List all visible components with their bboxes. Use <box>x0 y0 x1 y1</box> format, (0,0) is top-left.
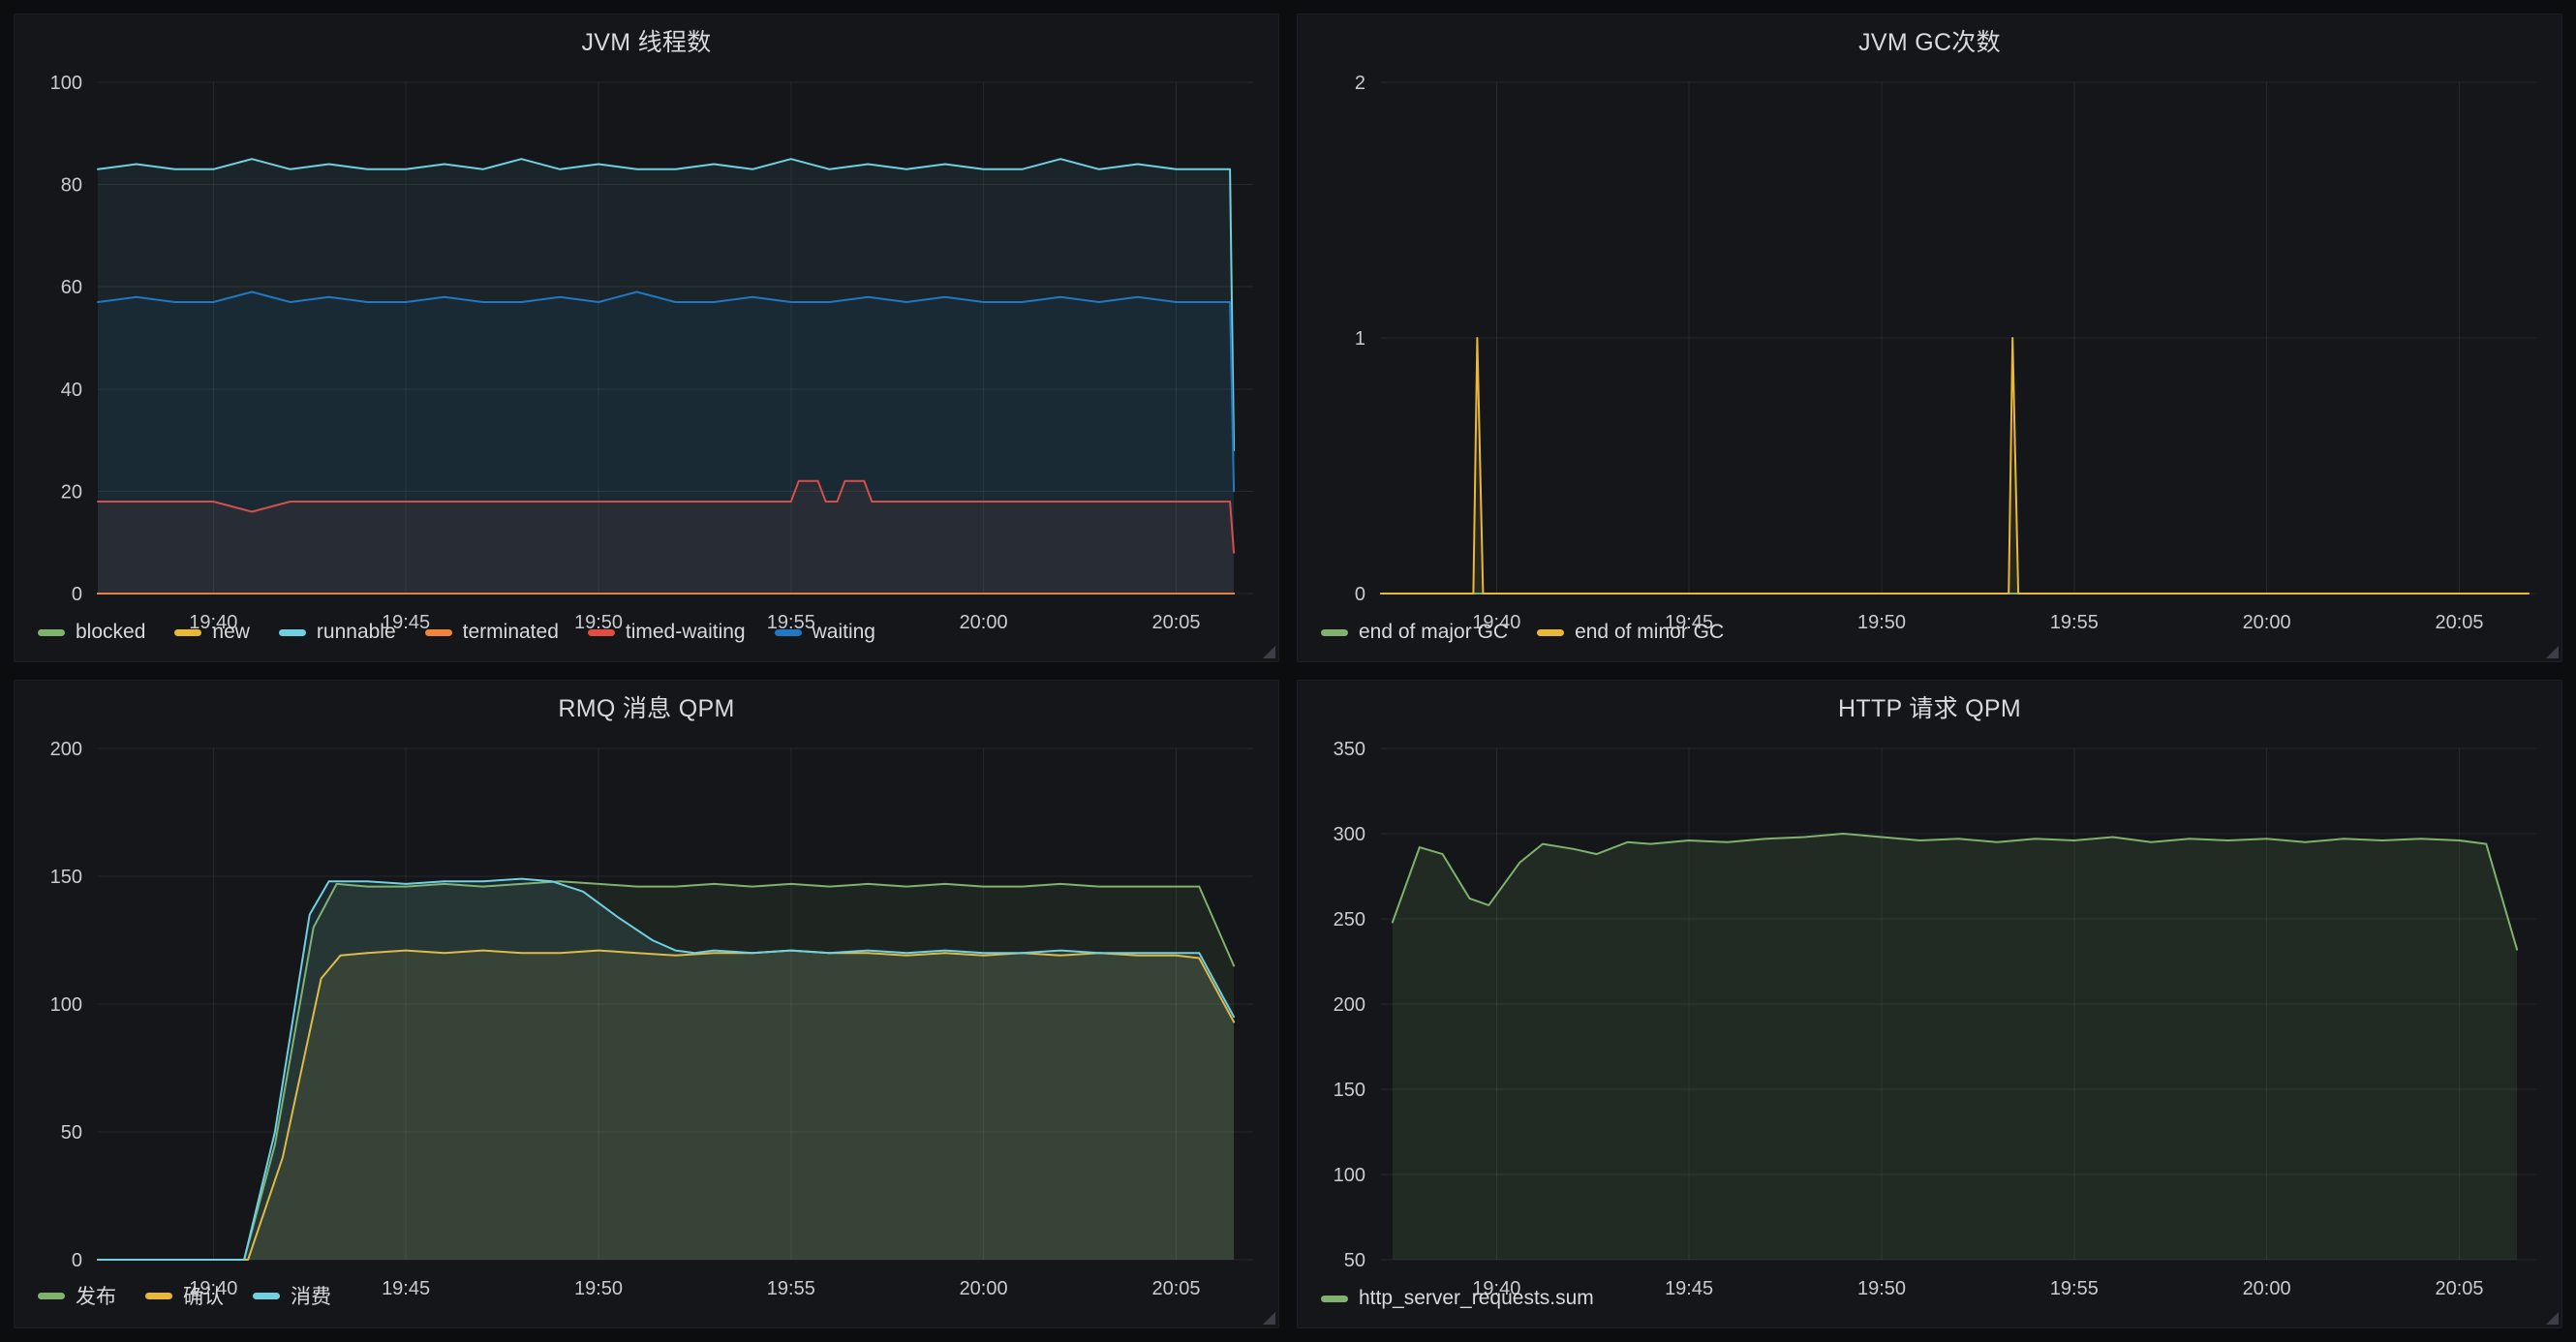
y-axis-tick-label: 0 <box>72 584 82 605</box>
panel-jvm-gc: JVM GC次数 01219:4019:4519:5019:5520:0020:… <box>1297 14 2562 662</box>
y-axis-tick-label: 50 <box>1344 1250 1365 1271</box>
chart-svg: 02040608010019:4019:4519:5019:5520:0020:… <box>15 67 1278 642</box>
y-axis-tick-label: 60 <box>61 277 82 298</box>
legend-item[interactable]: 确认 <box>145 1281 224 1310</box>
panel-resize-handle[interactable] <box>2546 646 2559 658</box>
legend-rmq-qpm: 发布 确认 消费 <box>15 1279 1278 1327</box>
legend-item[interactable]: 消费 <box>253 1281 331 1310</box>
chart-svg: 5010015020025030035019:4019:4519:5019:55… <box>1298 733 2561 1308</box>
chart-rmq-qpm[interactable]: 05010015020019:4019:4519:5019:5520:0020:… <box>15 733 1278 1279</box>
y-axis-tick-label: 0 <box>72 1250 82 1271</box>
legend-swatch-icon <box>38 629 65 636</box>
panel-resize-handle[interactable] <box>1263 646 1275 658</box>
legend-jvm-threads: blocked new runnable terminated timed-waitin… <box>15 619 1278 661</box>
y-axis-tick-label: 250 <box>1334 909 1365 930</box>
legend-label: runnable <box>317 621 396 644</box>
legend-label: new <box>212 621 250 644</box>
panel-title-rmq-qpm[interactable]: RMQ 消息 QPM <box>15 681 1278 733</box>
panel-title-jvm-gc[interactable]: JVM GC次数 <box>1298 15 2561 67</box>
legend-item[interactable]: end of major GC <box>1321 621 1508 644</box>
legend-label: 发布 <box>76 1281 116 1310</box>
legend-swatch-icon <box>1321 629 1348 636</box>
panel-jvm-threads: JVM 线程数 02040608010019:4019:4519:5019:55… <box>14 14 1279 662</box>
dashboard: JVM 线程数 02040608010019:4019:4519:5019:55… <box>0 0 2576 1342</box>
legend-item[interactable]: terminated <box>425 621 559 644</box>
chart-http-qpm[interactable]: 5010015020025030035019:4019:4519:5019:55… <box>1298 733 2561 1285</box>
y-axis-tick-label: 1 <box>1355 328 1365 350</box>
y-axis-tick-label: 150 <box>50 867 82 888</box>
y-axis-tick-label: 0 <box>1355 584 1365 605</box>
legend-item[interactable]: blocked <box>38 621 145 644</box>
panel-title-jvm-threads[interactable]: JVM 线程数 <box>15 15 1278 67</box>
panel-resize-handle[interactable] <box>1263 1312 1275 1325</box>
legend-label: end of major GC <box>1359 621 1508 644</box>
panel-rmq-qpm: RMQ 消息 QPM 05010015020019:4019:4519:5019… <box>14 680 1279 1328</box>
y-axis-tick-label: 350 <box>1334 739 1365 760</box>
legend-swatch-icon <box>174 629 201 636</box>
legend-swatch-icon <box>253 1293 280 1299</box>
legend-swatch-icon <box>38 1293 65 1299</box>
legend-item[interactable]: new <box>174 621 250 644</box>
legend-swatch-icon <box>1537 629 1564 636</box>
chart-jvm-gc[interactable]: 01219:4019:4519:5019:5520:0020:05 <box>1298 67 2561 619</box>
y-axis-tick-label: 40 <box>61 380 82 401</box>
y-axis-tick-label: 100 <box>50 994 82 1016</box>
legend-swatch-icon <box>1321 1296 1348 1302</box>
chart-jvm-threads[interactable]: 02040608010019:4019:4519:5019:5520:0020:… <box>15 67 1278 619</box>
y-axis-tick-label: 20 <box>61 481 82 503</box>
series-line <box>1381 338 2529 594</box>
legend-swatch-icon <box>279 629 306 636</box>
legend-swatch-icon <box>145 1293 172 1299</box>
legend-http-qpm: http_server_requests.sum <box>1298 1285 2561 1327</box>
legend-swatch-icon <box>775 629 802 636</box>
legend-item[interactable]: timed-waiting <box>588 621 746 644</box>
legend-label: http_server_requests.sum <box>1359 1287 1594 1310</box>
legend-label: waiting <box>813 621 875 644</box>
panel-title-http-qpm[interactable]: HTTP 请求 QPM <box>1298 681 2561 733</box>
legend-label: 确认 <box>183 1281 224 1310</box>
legend-label: 消费 <box>291 1281 331 1310</box>
series-area <box>1381 338 2529 594</box>
series-area <box>98 292 1234 595</box>
legend-item[interactable]: 发布 <box>38 1281 116 1310</box>
y-axis-tick-label: 200 <box>50 739 82 760</box>
y-axis-tick-label: 50 <box>61 1122 82 1144</box>
legend-label: blocked <box>76 621 145 644</box>
legend-swatch-icon <box>588 629 615 636</box>
legend-label: end of minor GC <box>1575 621 1724 644</box>
panel-http-qpm: HTTP 请求 QPM 5010015020025030035019:4019:… <box>1297 680 2562 1328</box>
legend-item[interactable]: waiting <box>775 621 875 644</box>
y-axis-tick-label: 2 <box>1355 73 1365 94</box>
legend-item[interactable]: http_server_requests.sum <box>1321 1287 1594 1310</box>
y-axis-tick-label: 300 <box>1334 824 1365 845</box>
legend-jvm-gc: end of major GC end of minor GC <box>1298 619 2561 661</box>
legend-swatch-icon <box>425 629 452 636</box>
legend-label: terminated <box>463 621 559 644</box>
y-axis-tick-label: 150 <box>1334 1080 1365 1101</box>
legend-label: timed-waiting <box>626 621 746 644</box>
legend-item[interactable]: runnable <box>279 621 396 644</box>
legend-item[interactable]: end of minor GC <box>1537 621 1724 644</box>
chart-svg: 05010015020019:4019:4519:5019:5520:0020:… <box>15 733 1278 1308</box>
series-area <box>1393 834 2517 1260</box>
y-axis-tick-label: 100 <box>50 73 82 94</box>
panel-resize-handle[interactable] <box>2546 1312 2559 1325</box>
y-axis-tick-label: 100 <box>1334 1165 1365 1186</box>
y-axis-tick-label: 80 <box>61 175 82 197</box>
chart-svg: 01219:4019:4519:5019:5520:0020:05 <box>1298 67 2561 642</box>
y-axis-tick-label: 200 <box>1334 994 1365 1016</box>
